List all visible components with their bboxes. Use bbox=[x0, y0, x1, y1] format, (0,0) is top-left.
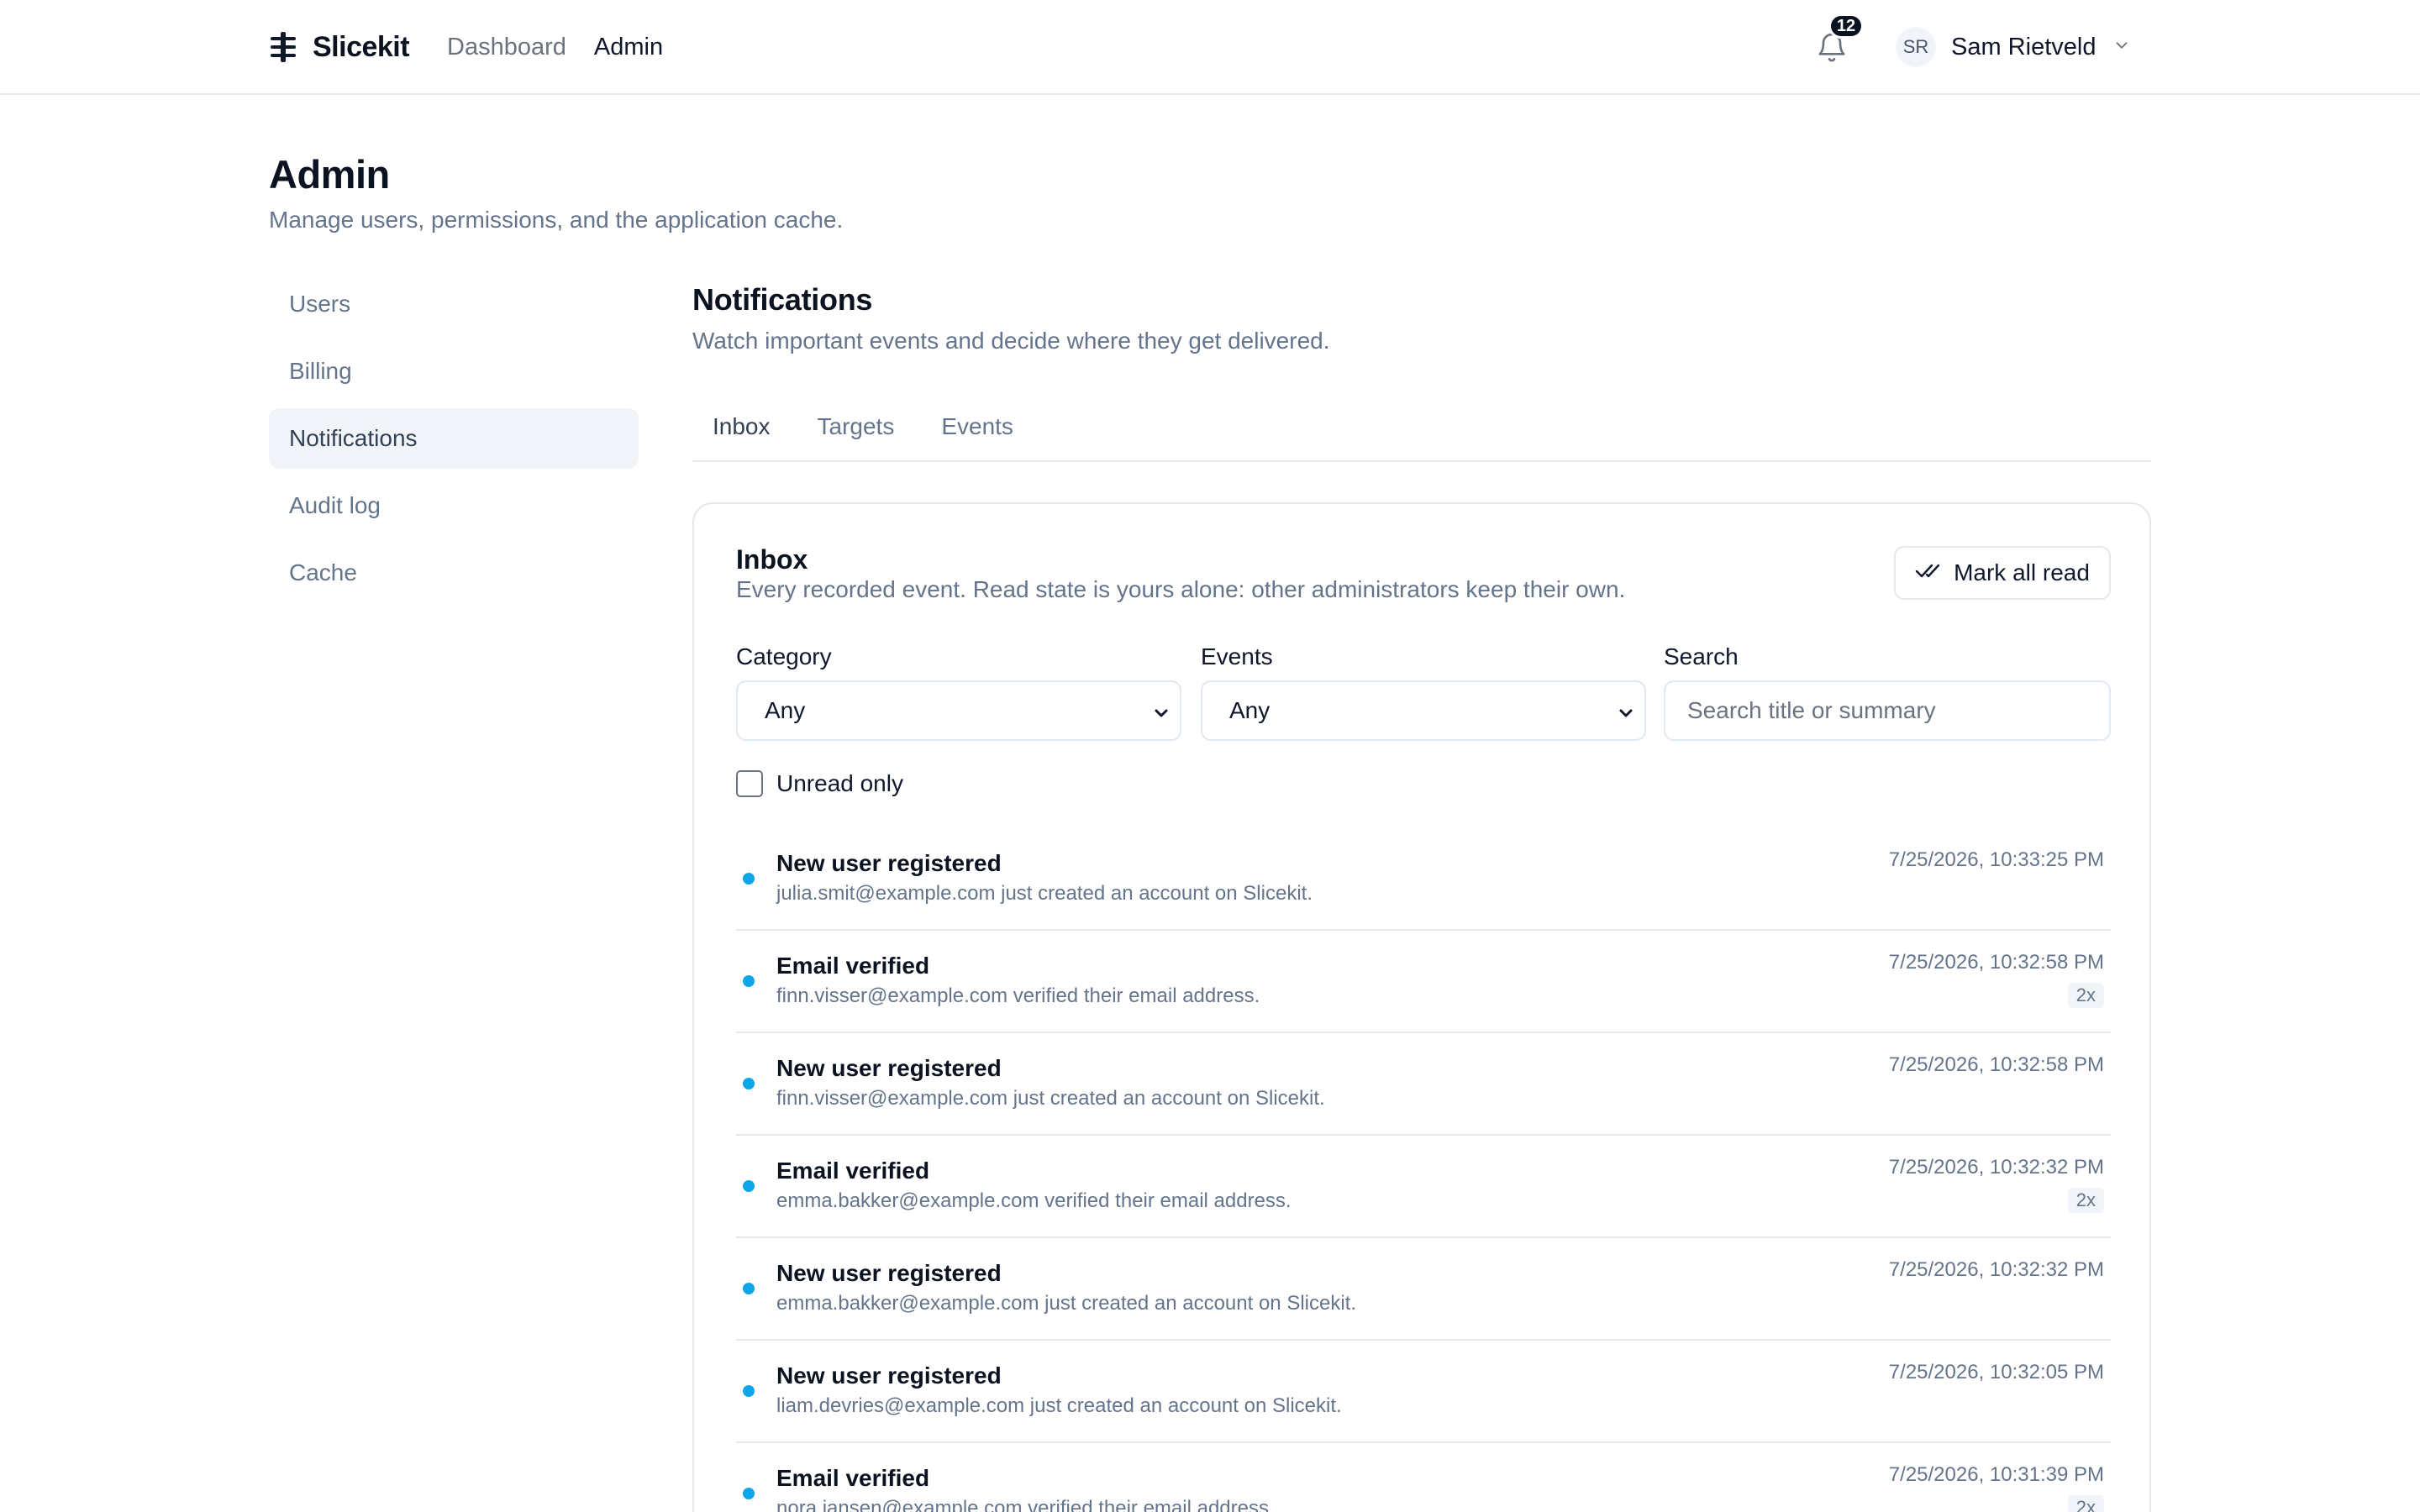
repeat-count-badge: 2x bbox=[2067, 983, 2104, 1008]
mark-all-read-button[interactable]: Mark all read bbox=[1894, 546, 2111, 600]
brand[interactable]: Slicekit bbox=[269, 0, 410, 94]
tab-inbox[interactable]: Inbox bbox=[692, 402, 791, 460]
list-item[interactable]: Email verified nora.jansen@example.com v… bbox=[736, 1443, 2111, 1512]
unread-only-checkbox[interactable] bbox=[736, 770, 763, 797]
notification-title: Email verified bbox=[776, 1465, 930, 1491]
brand-name: Slicekit bbox=[313, 30, 410, 63]
user-name: Sam Rietveld bbox=[1951, 33, 2096, 60]
repeat-count-badge: 2x bbox=[2067, 1495, 2104, 1512]
chevron-down-icon bbox=[2112, 36, 2131, 59]
unread-dot bbox=[743, 1283, 755, 1294]
list-item[interactable]: Email verified emma.bakker@example.com v… bbox=[736, 1136, 2111, 1238]
notification-list: New user registered julia.smit@example.c… bbox=[736, 828, 2111, 1512]
list-item[interactable]: Email verified finn.visser@example.com v… bbox=[736, 931, 2111, 1033]
notification-title: New user registered bbox=[776, 1260, 1002, 1286]
page-subtitle: Manage users, permissions, and the appli… bbox=[269, 207, 844, 233]
notification-time: 7/25/2026, 10:32:32 PM bbox=[1888, 1156, 2104, 1179]
list-item[interactable]: New user registered liam.devries@example… bbox=[736, 1341, 2111, 1443]
user-menu[interactable]: SR Sam Rietveld bbox=[1896, 27, 2131, 67]
sidebar-item-users[interactable]: Users bbox=[269, 274, 639, 334]
category-label: Category bbox=[736, 643, 832, 669]
avatar: SR bbox=[1896, 27, 1936, 67]
tab-targets[interactable]: Targets bbox=[797, 402, 915, 460]
unread-dot bbox=[743, 1385, 755, 1397]
notification-time: 7/25/2026, 10:32:58 PM bbox=[1888, 951, 2104, 974]
unread-only-toggle[interactable]: Unread only bbox=[736, 769, 903, 798]
notification-title: Email verified bbox=[776, 1158, 930, 1184]
notification-time: 7/25/2026, 10:33:25 PM bbox=[1888, 848, 2104, 871]
events-label: Events bbox=[1201, 643, 1273, 669]
sidebar-item-audit-log[interactable]: Audit log bbox=[269, 475, 639, 536]
category-select-value: Any bbox=[765, 697, 806, 723]
chevron-down-icon bbox=[1151, 702, 1171, 722]
category-select[interactable]: Any bbox=[736, 680, 1181, 741]
sidebar-item-notifications[interactable]: Notifications bbox=[269, 408, 639, 469]
double-check-icon bbox=[1915, 559, 1954, 586]
notification-time: 7/25/2026, 10:31:39 PM bbox=[1888, 1463, 2104, 1486]
notification-summary: finn.visser@example.com verified their e… bbox=[776, 984, 1260, 1007]
top-bar: Slicekit Dashboard Admin 12 SR Sam Rietv… bbox=[0, 0, 2420, 95]
list-item[interactable]: New user registered finn.visser@example.… bbox=[736, 1033, 2111, 1136]
bell-icon bbox=[1815, 33, 1849, 69]
admin-sidebar: Users Billing Notifications Audit log Ca… bbox=[269, 274, 639, 610]
logo-icon bbox=[269, 30, 297, 64]
unread-only-label: Unread only bbox=[776, 770, 903, 796]
events-select-value: Any bbox=[1229, 697, 1270, 723]
notification-summary: emma.bakker@example.com verified their e… bbox=[776, 1189, 1292, 1212]
search-label: Search bbox=[1664, 643, 1739, 669]
notification-tabs: Inbox Targets Events bbox=[692, 402, 2151, 462]
unread-dot bbox=[743, 1180, 755, 1192]
inbox-title: Inbox bbox=[736, 544, 808, 575]
notification-summary: liam.devries@example.com just created an… bbox=[776, 1394, 1342, 1417]
sidebar-item-billing[interactable]: Billing bbox=[269, 341, 639, 402]
notification-title: New user registered bbox=[776, 1055, 1002, 1081]
sidebar-item-cache[interactable]: Cache bbox=[269, 543, 639, 603]
unread-dot bbox=[743, 1078, 755, 1089]
list-item[interactable]: New user registered julia.smit@example.c… bbox=[736, 828, 2111, 931]
repeat-count-badge: 2x bbox=[2067, 1188, 2104, 1213]
notification-summary: nora.jansen@example.com verified their e… bbox=[776, 1497, 1275, 1512]
top-nav: Dashboard Admin bbox=[447, 0, 663, 94]
notification-time: 7/25/2026, 10:32:32 PM bbox=[1888, 1258, 2104, 1281]
notification-count-badge: 12 bbox=[1828, 13, 1864, 39]
notification-title: New user registered bbox=[776, 1362, 1002, 1389]
mark-all-read-label: Mark all read bbox=[1954, 559, 2090, 585]
notification-summary: julia.smit@example.com just created an a… bbox=[776, 882, 1313, 905]
section-title: Notifications bbox=[692, 282, 873, 317]
list-item[interactable]: New user registered emma.bakker@example.… bbox=[736, 1238, 2111, 1341]
notification-summary: emma.bakker@example.com just created an … bbox=[776, 1292, 1357, 1315]
inbox-subtitle: Every recorded event. Read state is your… bbox=[736, 576, 1626, 602]
notification-title: New user registered bbox=[776, 850, 1002, 876]
notification-title: Email verified bbox=[776, 953, 930, 979]
unread-dot bbox=[743, 1488, 755, 1499]
top-nav-dashboard[interactable]: Dashboard bbox=[447, 34, 566, 61]
page-title: Admin bbox=[269, 152, 390, 197]
search-input[interactable] bbox=[1664, 680, 2111, 741]
unread-dot bbox=[743, 873, 755, 885]
events-select[interactable]: Any bbox=[1201, 680, 1646, 741]
inbox-card: Inbox Every recorded event. Read state i… bbox=[692, 502, 2151, 1512]
section-subtitle: Watch important events and decide where … bbox=[692, 328, 1330, 354]
notification-time: 7/25/2026, 10:32:58 PM bbox=[1888, 1053, 2104, 1076]
top-nav-admin[interactable]: Admin bbox=[594, 34, 663, 61]
tab-events[interactable]: Events bbox=[921, 402, 1034, 460]
notification-summary: finn.visser@example.com just created an … bbox=[776, 1087, 1325, 1110]
unread-dot bbox=[743, 975, 755, 987]
chevron-down-icon bbox=[1616, 702, 1636, 722]
notification-time: 7/25/2026, 10:32:05 PM bbox=[1888, 1361, 2104, 1383]
